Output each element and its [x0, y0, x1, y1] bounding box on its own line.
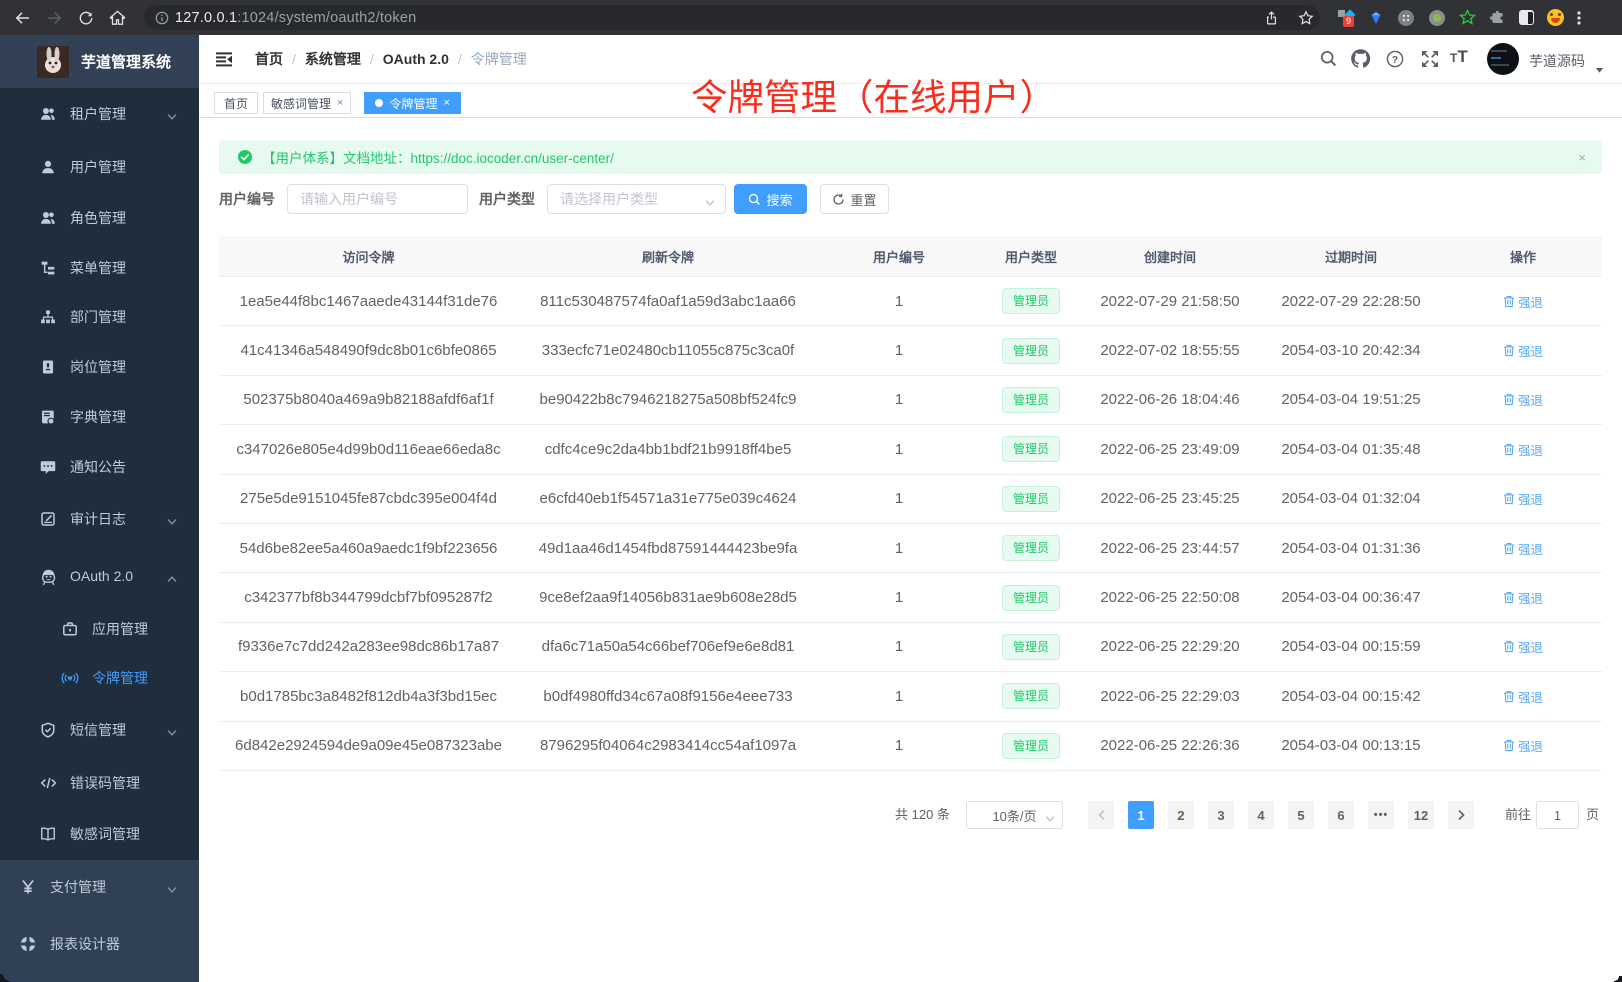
- svg-text:?: ?: [1392, 54, 1398, 66]
